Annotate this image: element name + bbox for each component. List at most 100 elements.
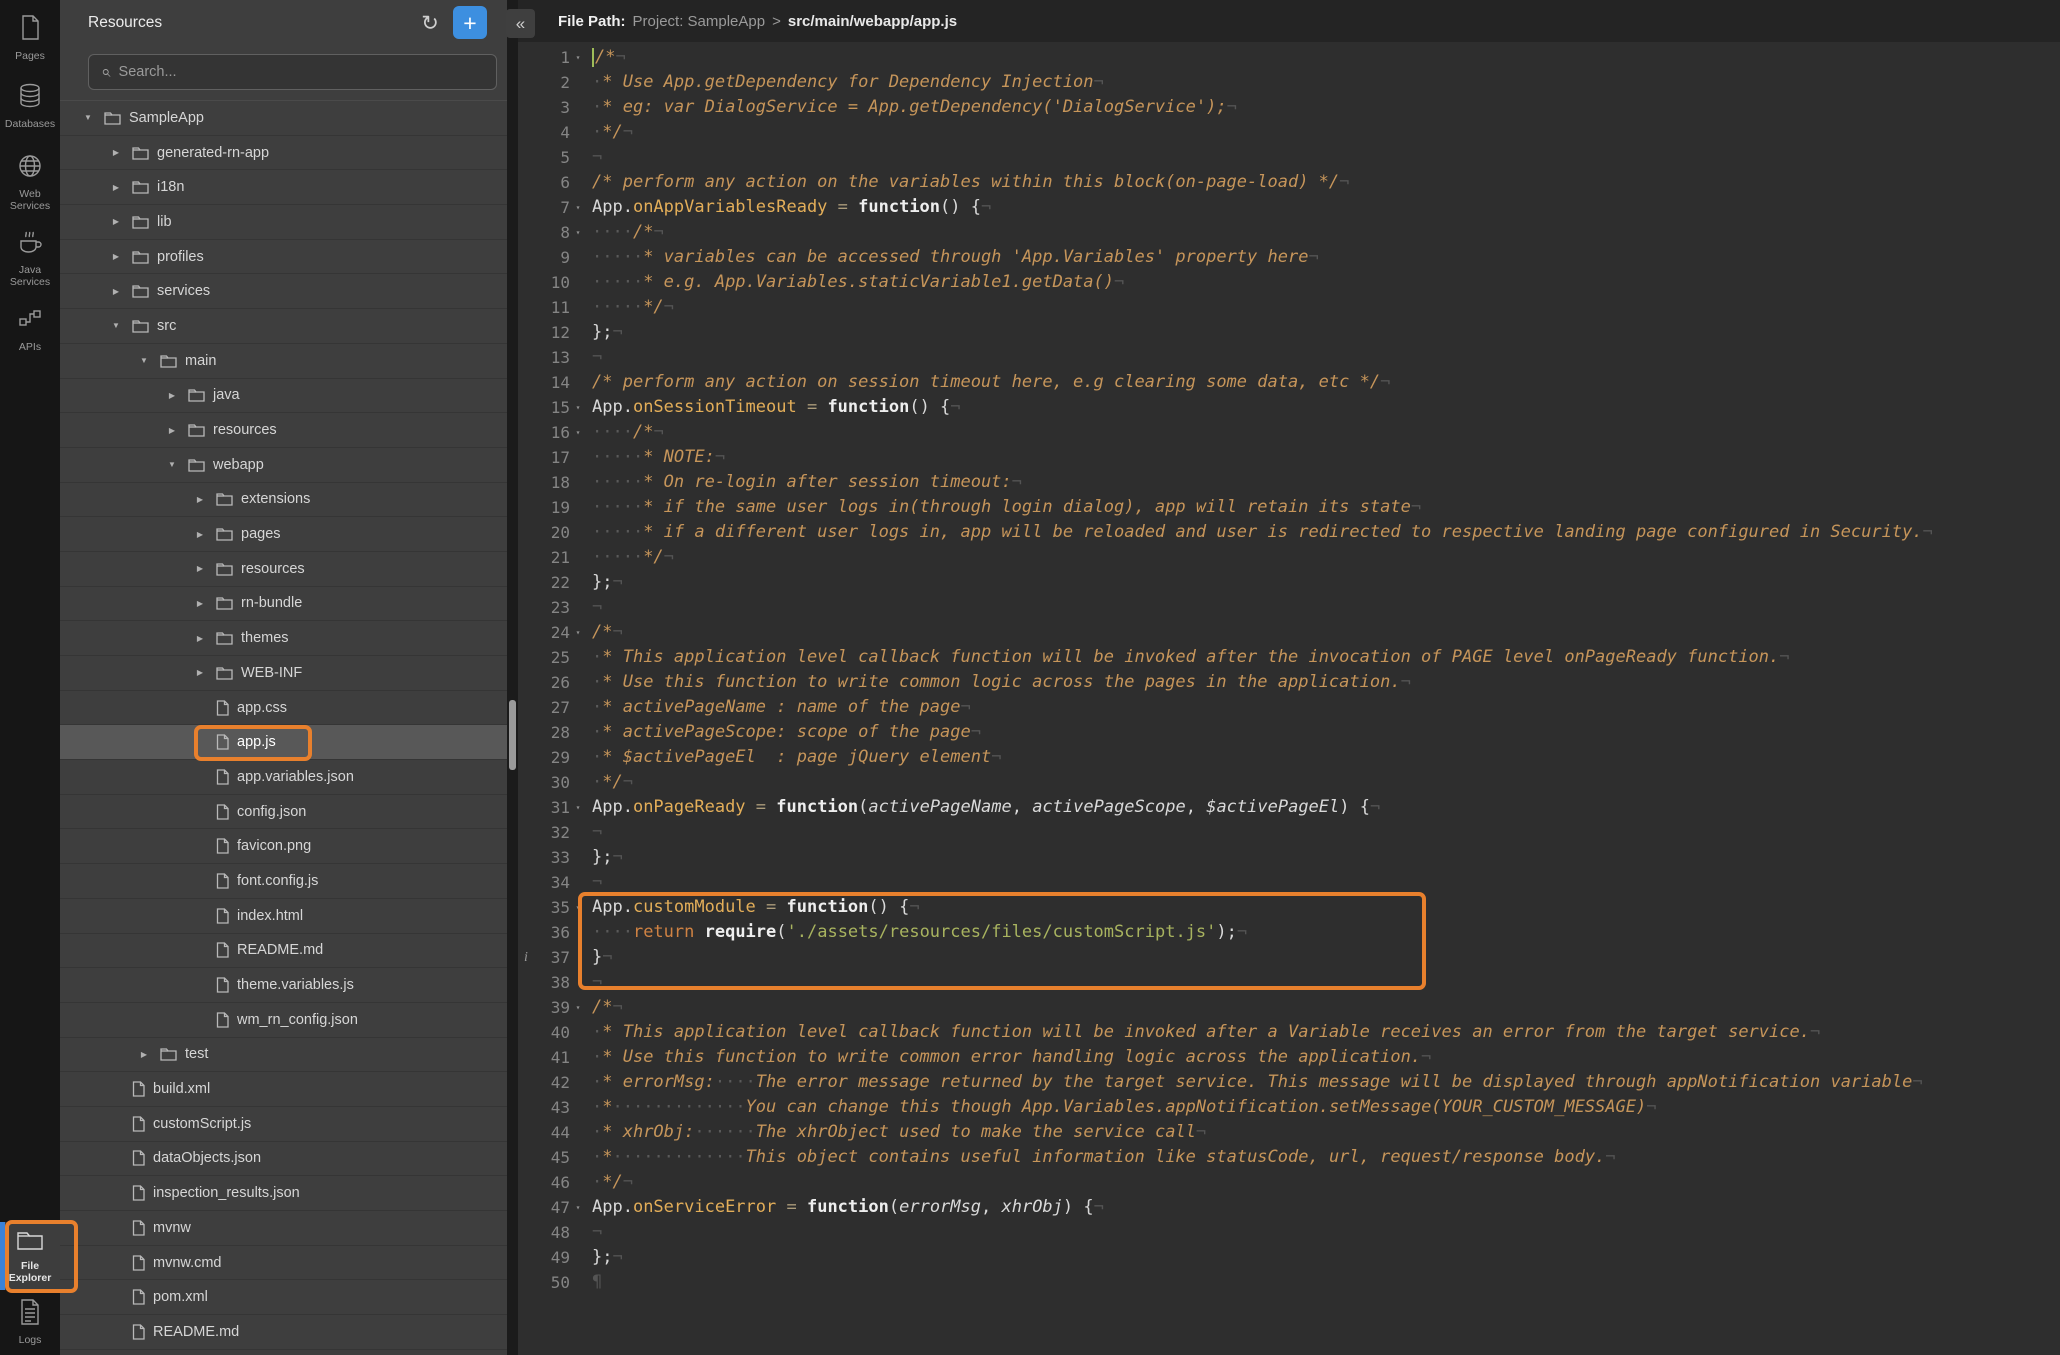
tree-item-index-html[interactable]: index.html <box>60 899 507 934</box>
chevron-down-icon[interactable]: ▼ <box>82 113 94 122</box>
code-line-text: ¬ <box>586 820 602 845</box>
tree-item-readme-md[interactable]: README.md <box>60 1315 507 1350</box>
chevron-right-icon[interactable]: ▶ <box>166 426 178 435</box>
tree-item-build-xml[interactable]: build.xml <box>60 1072 507 1107</box>
tree-item-java[interactable]: ▶java <box>60 379 507 414</box>
tree-item-pom-xml[interactable]: pom.xml <box>60 1280 507 1315</box>
sidebar-item-file-explorer[interactable]: File Explorer <box>0 1228 60 1284</box>
chevron-right-icon[interactable]: ▶ <box>110 183 122 192</box>
chevron-right-icon[interactable]: ▶ <box>110 217 122 226</box>
chevron-down-icon[interactable]: ▼ <box>110 321 122 330</box>
sidebar-item-logs[interactable]: Logs <box>0 1298 60 1346</box>
tree-item-profiles[interactable]: ▶profiles <box>60 240 507 275</box>
tree-item-mvnw-cmd[interactable]: mvnw.cmd <box>60 1246 507 1281</box>
line-ending-mark: ¬ <box>1810 1022 1820 1042</box>
fold-icon[interactable]: ▾ <box>570 420 586 445</box>
tree-item-web-inf[interactable]: ▶WEB-INF <box>60 656 507 691</box>
tree-item-lib[interactable]: ▶lib <box>60 205 507 240</box>
tree-item-app-css[interactable]: app.css <box>60 691 507 726</box>
line-number: 9 <box>534 245 570 270</box>
search-input[interactable] <box>119 64 496 80</box>
collapse-panel-button[interactable]: « <box>506 9 535 38</box>
tree-item-resources[interactable]: ▶resources <box>60 413 507 448</box>
file-icon <box>132 1116 145 1132</box>
tree-item-services[interactable]: ▶services <box>60 274 507 309</box>
tree-item-generated-rn-app[interactable]: ▶generated-rn-app <box>60 136 507 171</box>
line-number: 34 <box>534 870 570 895</box>
tree-item-themes[interactable]: ▶themes <box>60 621 507 656</box>
tree-item-webapp[interactable]: ▼webapp <box>60 448 507 483</box>
fold-icon[interactable]: ▾ <box>570 220 586 245</box>
fold-icon[interactable]: ▾ <box>570 395 586 420</box>
tree-item-pages[interactable]: ▶pages <box>60 517 507 552</box>
line-number: 20 <box>534 520 570 545</box>
tree-item-app-variables-json[interactable]: app.variables.json <box>60 760 507 795</box>
line-number: 38 <box>534 970 570 995</box>
chevron-right-icon[interactable]: ▶ <box>166 391 178 400</box>
line-ending-mark: ¬ <box>1012 472 1022 492</box>
gutter: 29 <box>518 745 586 770</box>
chevron-right-icon[interactable]: ▶ <box>194 495 206 504</box>
fold-icon[interactable]: ▾ <box>570 620 586 645</box>
chevron-right-icon[interactable]: ▶ <box>110 148 122 157</box>
line-ending-mark: ¬ <box>615 47 625 67</box>
chevron-right-icon[interactable]: ▶ <box>194 564 206 573</box>
fold-icon[interactable]: ▾ <box>570 1195 586 1220</box>
sidebar-item-web-services[interactable]: Web Services <box>0 152 60 212</box>
code-line-text: /* perform any action on the variables w… <box>586 170 1349 195</box>
code-line-15: 15▾App.onSessionTimeout = function() {¬ <box>518 395 2060 420</box>
tree-item-app-js[interactable]: app.js <box>60 725 507 760</box>
code-line-text: }¬ <box>586 945 613 970</box>
tree-item-font-config-js[interactable]: font.config.js <box>60 864 507 899</box>
gutter: 42 <box>518 1070 586 1095</box>
tree-scrollbar-thumb[interactable] <box>509 700 516 770</box>
line-number: 49 <box>534 1245 570 1270</box>
chevron-right-icon[interactable]: ▶ <box>110 252 122 261</box>
tree-item-sampleapp[interactable]: ▼SampleApp <box>60 101 507 136</box>
tree-item-theme-variables-js[interactable]: theme.variables.js <box>60 968 507 1003</box>
chevron-right-icon[interactable]: ▶ <box>194 634 206 643</box>
tree-item-label: build.xml <box>153 1081 210 1097</box>
chevron-right-icon[interactable]: ▶ <box>194 599 206 608</box>
chevron-right-icon[interactable]: ▶ <box>110 287 122 296</box>
tree-item-customscript-js[interactable]: customScript.js <box>60 1107 507 1142</box>
chevron-down-icon[interactable]: ▼ <box>166 460 178 469</box>
tree-item-wm-rn-config-json[interactable]: wm_rn_config.json <box>60 1003 507 1038</box>
tree-item-mvnw[interactable]: mvnw <box>60 1211 507 1246</box>
fold-icon[interactable]: ▾ <box>570 995 586 1020</box>
add-resource-button[interactable]: + <box>453 6 487 39</box>
tree-item-label: test <box>185 1046 208 1062</box>
tree-item-config-json[interactable]: config.json <box>60 795 507 830</box>
sidebar-item-apis[interactable]: APIs <box>0 305 60 353</box>
tree-item-favicon-png[interactable]: favicon.png <box>60 829 507 864</box>
fold-icon[interactable]: ▾ <box>570 45 586 70</box>
fold-icon[interactable]: ▾ <box>570 195 586 220</box>
line-number: 29 <box>534 745 570 770</box>
tree-item-dataobjects-json[interactable]: dataObjects.json <box>60 1142 507 1177</box>
tree-item-inspection-results-json[interactable]: inspection_results.json <box>60 1176 507 1211</box>
chevron-down-icon[interactable]: ▼ <box>138 356 150 365</box>
search-box[interactable]: ⌕ <box>88 54 497 90</box>
chevron-right-icon[interactable]: ▶ <box>194 530 206 539</box>
file-icon <box>216 734 229 750</box>
tree-item-src[interactable]: ▼src <box>60 309 507 344</box>
tree-item-main[interactable]: ▼main <box>60 344 507 379</box>
tree-item-i18n[interactable]: ▶i18n <box>60 170 507 205</box>
fold-icon[interactable]: ▾ <box>570 795 586 820</box>
line-number: 28 <box>534 720 570 745</box>
tree-item-extensions[interactable]: ▶extensions <box>60 483 507 518</box>
tree-item-resources[interactable]: ▶resources <box>60 552 507 587</box>
sidebar-item-label: File Explorer <box>2 1260 58 1284</box>
tree-item-rn-bundle[interactable]: ▶rn-bundle <box>60 587 507 622</box>
tree-item-test[interactable]: ▶ test <box>60 1038 507 1073</box>
sidebar-item-databases[interactable]: Databases <box>0 82 60 130</box>
tree-item-readme-md[interactable]: README.md <box>60 934 507 969</box>
refresh-icon[interactable]: ↻ <box>415 8 445 38</box>
chevron-right-icon[interactable]: ▶ <box>138 1050 150 1059</box>
code-editor[interactable]: 1▾/*¬2·* Use App.getDependency for Depen… <box>518 42 2060 1355</box>
chevron-right-icon[interactable]: ▶ <box>194 668 206 677</box>
sidebar-item-java-services[interactable]: Java Services <box>0 228 60 288</box>
line-ending-mark: ¬ <box>653 422 663 442</box>
sidebar-item-pages[interactable]: Pages <box>0 14 60 62</box>
fold-icon[interactable]: ▾ <box>570 895 586 920</box>
